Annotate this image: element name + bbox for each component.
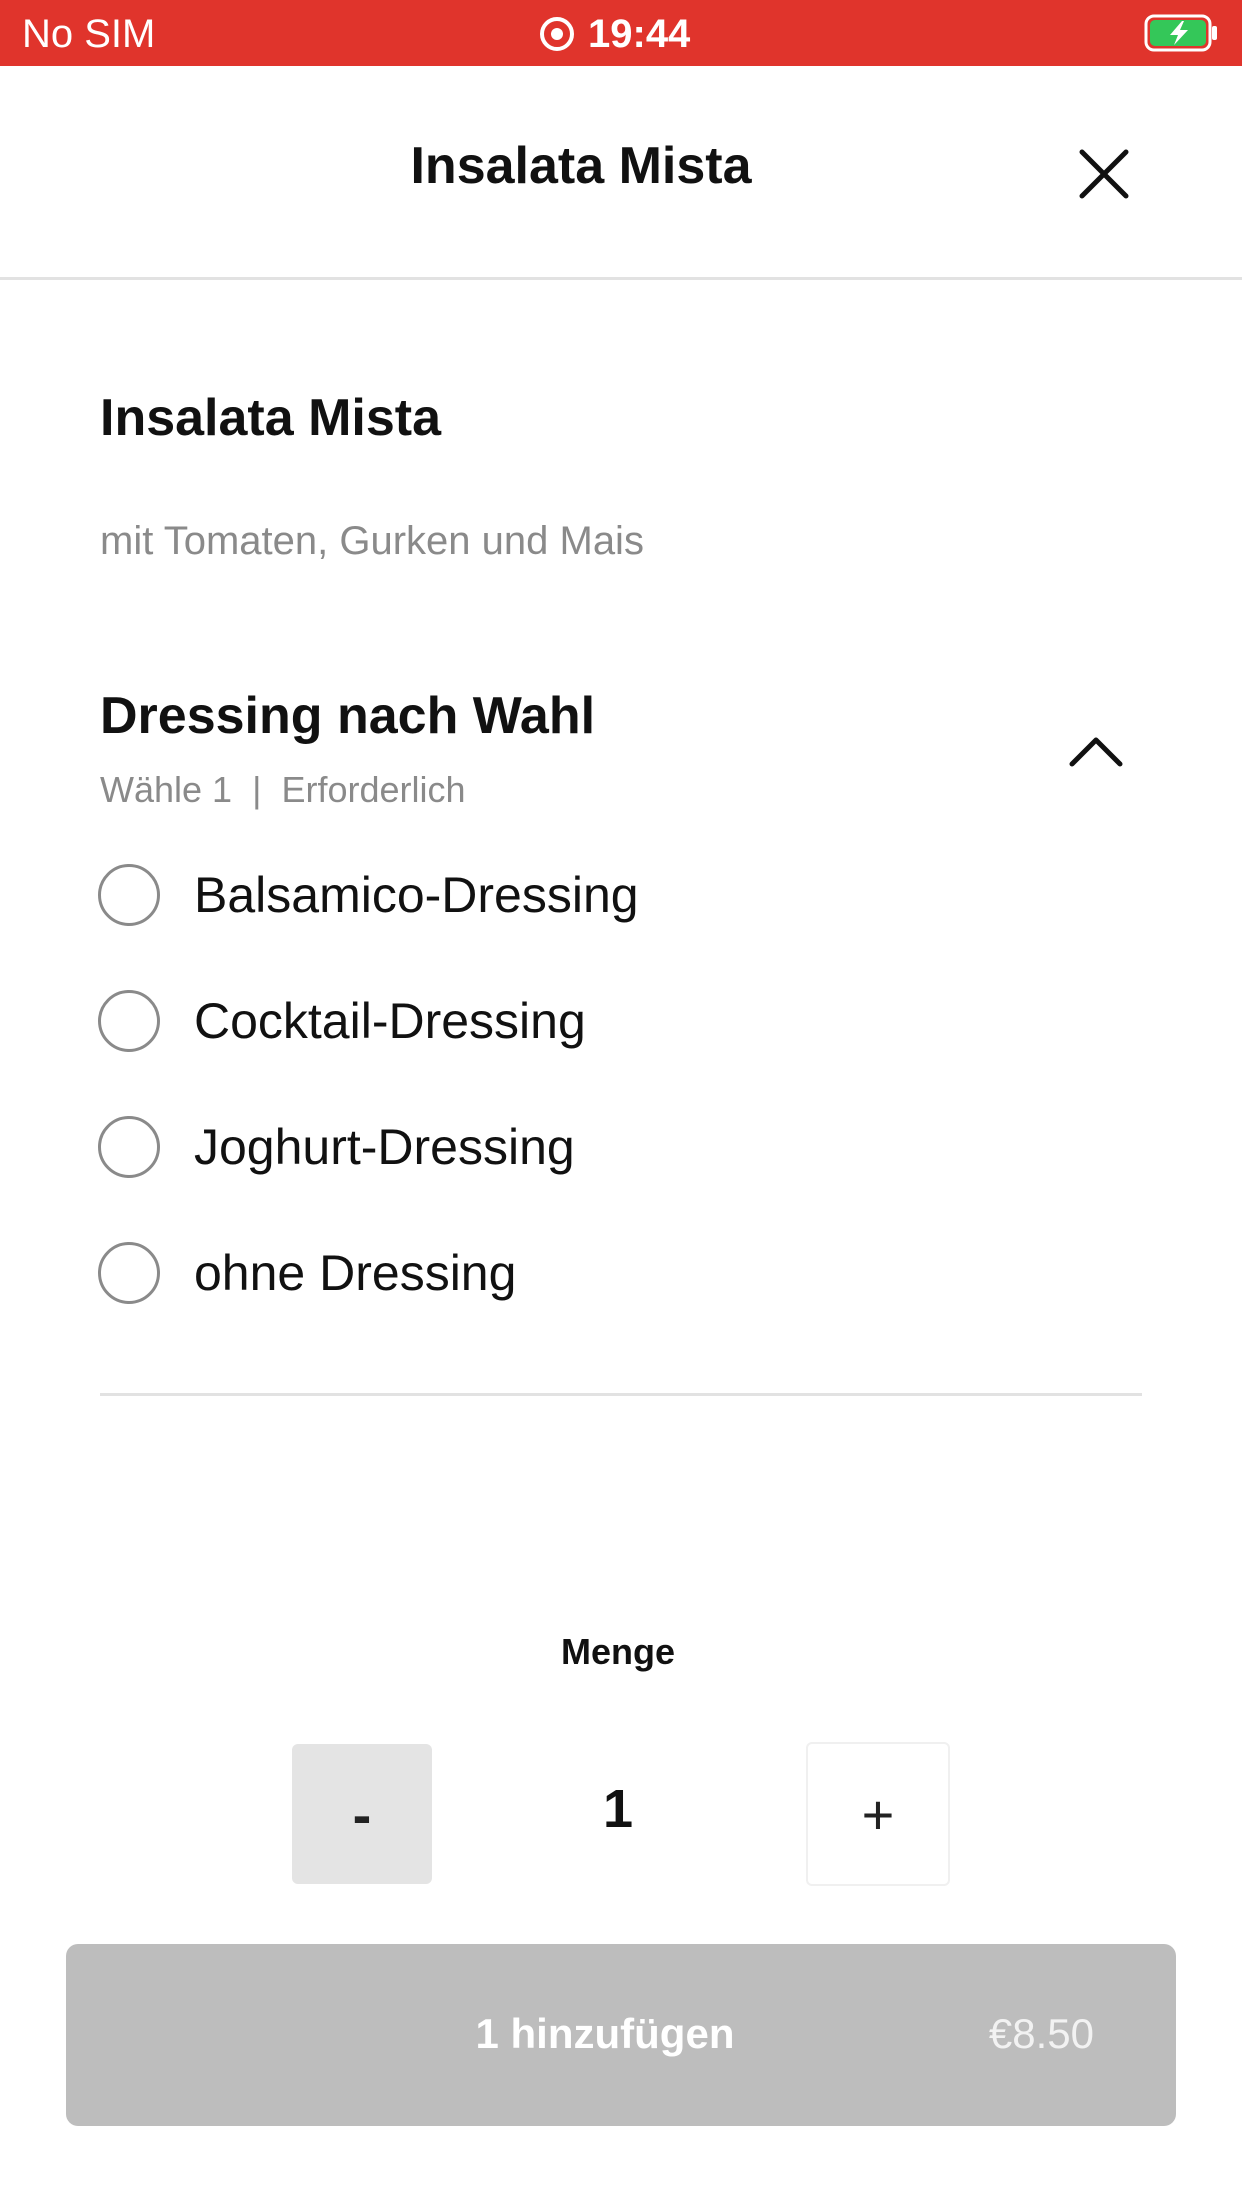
radio-button[interactable] <box>98 1116 160 1178</box>
carrier-label: No SIM <box>22 12 156 56</box>
add-to-cart-button[interactable]: 1 hinzufügen €8.50 <box>66 1944 1176 2126</box>
required-text: Erforderlich <box>281 769 466 810</box>
option-cocktail[interactable]: Cocktail-Dressing <box>98 958 639 1084</box>
page-title: Insalata Mista <box>410 137 752 195</box>
option-label: Joghurt-Dressing <box>194 1119 575 1175</box>
add-button-price: €8.50 <box>988 2010 1094 2057</box>
option-list: Balsamico-Dressing Cocktail-Dressing Jog… <box>98 832 639 1336</box>
subtitle-separator: | <box>252 769 262 810</box>
quantity-label: Menge <box>560 1631 675 1672</box>
radio-button[interactable] <box>98 990 160 1052</box>
choose-count-text: Wähle 1 <box>100 769 233 810</box>
decrease-quantity-button[interactable]: - <box>292 1744 432 1884</box>
quantity-value: 1 <box>602 1779 634 1839</box>
item-name: Insalata Mista <box>100 389 442 447</box>
modal-header: Insalata Mista <box>0 66 1242 280</box>
option-group-subtitle: Wähle 1 | Erforderlich <box>100 770 466 810</box>
option-group-title: Dressing nach Wahl <box>100 687 596 745</box>
section-divider <box>100 1393 1142 1396</box>
item-detail-screen: No SIM 19:44 Insalata Mista Insalata Mis… <box>0 0 1242 2208</box>
screen-recording-icon <box>540 17 574 51</box>
close-icon[interactable] <box>1072 142 1136 206</box>
option-label: Cocktail-Dressing <box>194 993 586 1049</box>
increase-quantity-button[interactable]: + <box>806 1742 950 1886</box>
option-balsamico[interactable]: Balsamico-Dressing <box>98 832 639 958</box>
option-label: Balsamico-Dressing <box>194 867 639 923</box>
clock-group: 19:44 <box>540 12 690 56</box>
option-ohne-dressing[interactable]: ohne Dressing <box>98 1210 639 1336</box>
status-time: 19:44 <box>588 12 691 56</box>
option-joghurt[interactable]: Joghurt-Dressing <box>98 1084 639 1210</box>
radio-button[interactable] <box>98 864 160 926</box>
chevron-up-icon[interactable] <box>1066 728 1126 772</box>
battery-charging-icon <box>1144 14 1217 52</box>
add-button-label: 1 hinzufügen <box>475 2010 735 2057</box>
option-label: ohne Dressing <box>194 1245 517 1301</box>
status-bar: No SIM 19:44 <box>0 0 1242 66</box>
item-description: mit Tomaten, Gurken und Mais <box>100 519 644 563</box>
radio-button[interactable] <box>98 1242 160 1304</box>
